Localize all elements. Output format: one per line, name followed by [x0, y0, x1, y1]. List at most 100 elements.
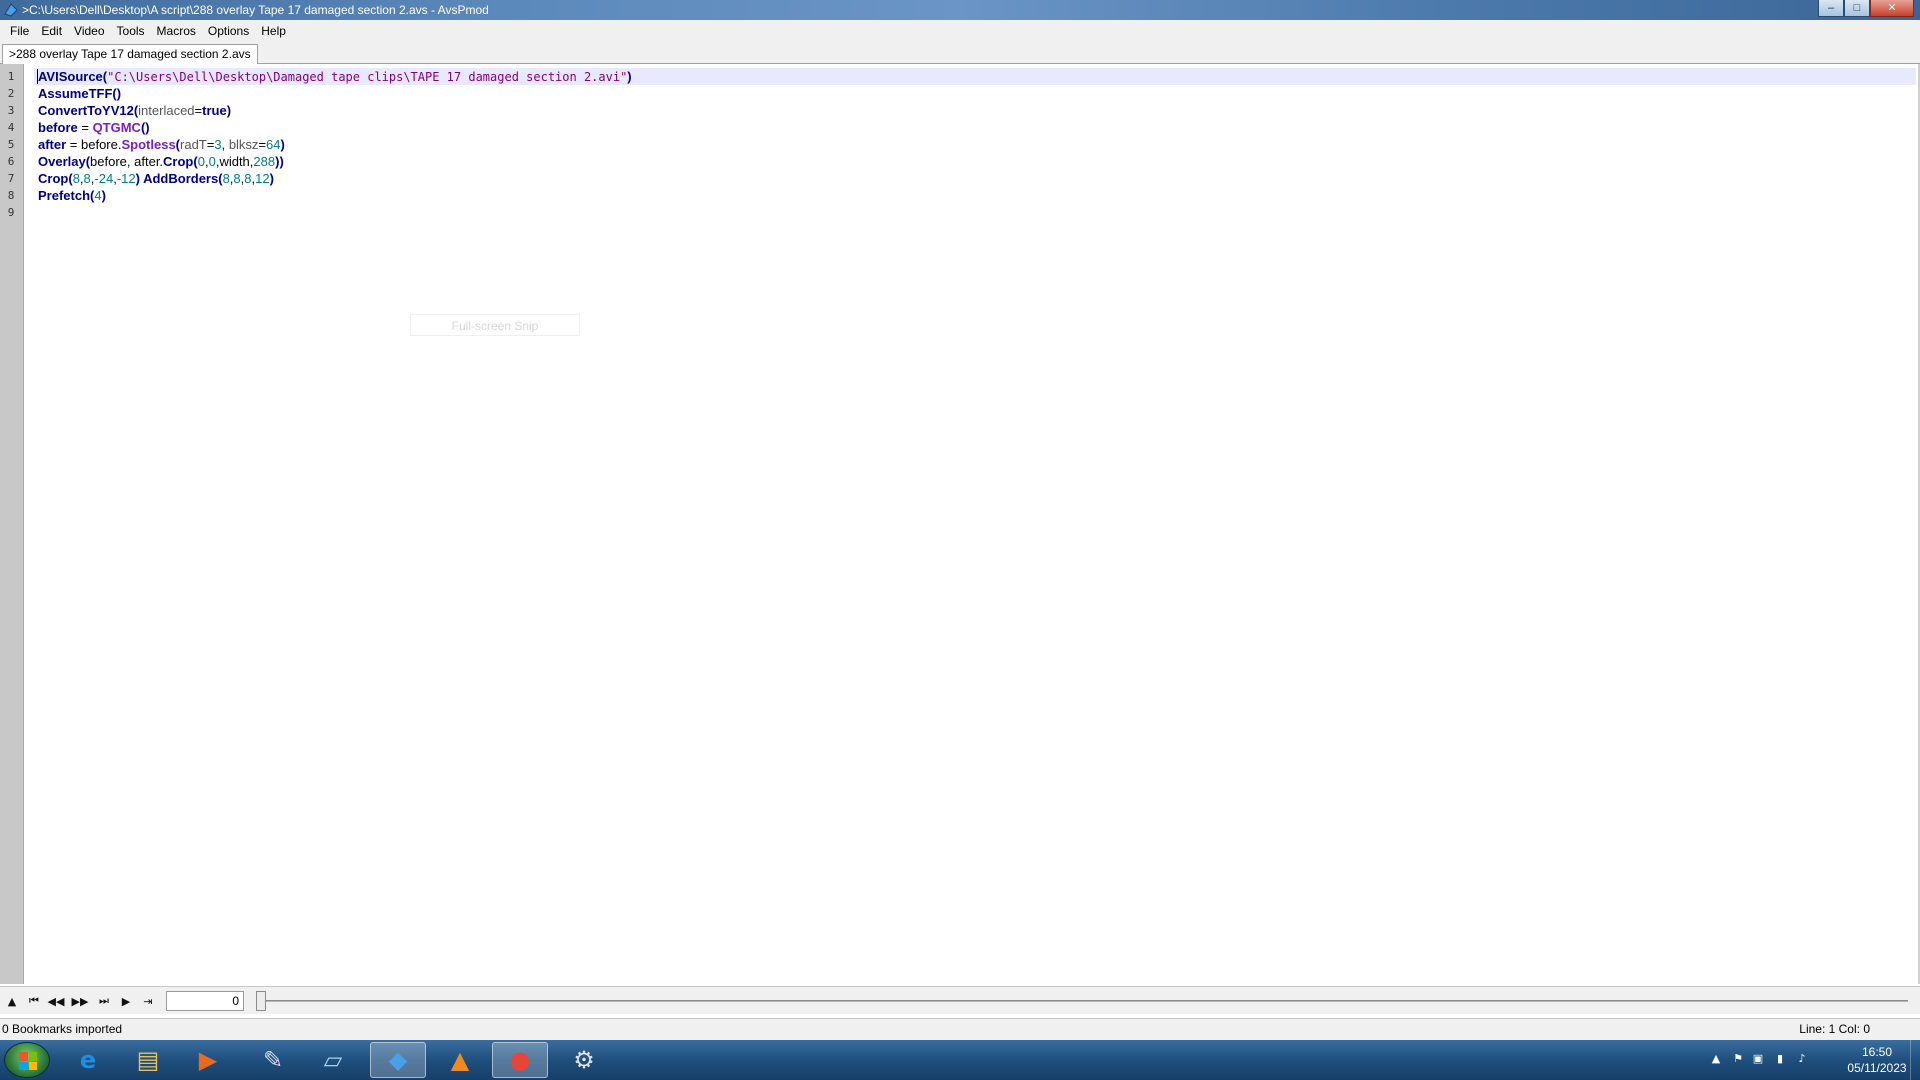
- toggle-preview-button[interactable]: ▲: [4, 993, 20, 1009]
- status-bar: 0 Bookmarks imported Line: 1 Col: 0: [0, 1018, 1920, 1040]
- code-token: = before.: [66, 137, 122, 152]
- video-controls-bar: ▲ ⏮ ◀◀ ▶▶ ⏭ ▶ ⇥ 0: [0, 986, 1920, 1014]
- code-token: 8: [222, 171, 230, 186]
- code-token: ): [101, 188, 106, 203]
- code-token: )): [275, 154, 284, 169]
- internet-explorer-icon: e: [79, 1046, 97, 1074]
- code-token: -12: [116, 171, 136, 186]
- taskbar-app-button[interactable]: ●: [492, 1042, 548, 1078]
- menu-options[interactable]: Options: [202, 20, 255, 42]
- code-line[interactable]: ConvertToYV12(interlaced=true): [38, 102, 231, 119]
- taskbar-app-button[interactable]: ▲: [432, 1042, 488, 1078]
- code-token: 12: [255, 171, 270, 186]
- taskbar-app-button[interactable]: ⚙: [556, 1042, 612, 1078]
- taskbar-app-button[interactable]: ◆: [370, 1042, 426, 1078]
- title-bar: >C:\Users\Dell\Desktop\A script\288 over…: [0, 0, 1920, 20]
- action-center-flag-icon[interactable]: ⚑: [1730, 1052, 1746, 1068]
- code-line[interactable]: AVISource("C:\Users\Dell\Desktop\Damaged…: [38, 68, 632, 85]
- safely-remove-icon[interactable]: ▣: [1750, 1052, 1766, 1068]
- code-token: true: [202, 103, 227, 118]
- avspmod-icon: ◆: [388, 1046, 408, 1074]
- code-token: AVISource: [38, 69, 103, 84]
- line-number: 1: [7, 70, 15, 83]
- code-line[interactable]: Prefetch(4): [38, 187, 106, 204]
- code-token: 288: [253, 154, 276, 169]
- taskbar: e ▤ ▶ ✎ ▱ ◆ ▲ ● ⚙ ▲ ⚑ ▣ ▮ ♪ 16:50 05/11/2023: [0, 1040, 1920, 1080]
- volume-icon[interactable]: ♪: [1794, 1052, 1810, 1068]
- code-token: (): [140, 120, 150, 135]
- code-token: 0: [208, 154, 216, 169]
- network-icon[interactable]: ▮: [1772, 1052, 1788, 1068]
- taskbar-app-button[interactable]: ▤: [120, 1042, 176, 1078]
- menu-file[interactable]: File: [4, 20, 35, 42]
- tab-strip: >288 overlay Tape 17 damaged section 2.a…: [0, 42, 1920, 65]
- script-editor[interactable]: 1 2 3 4 5 6 7 8 9 AVISource("C:\Users\De…: [0, 64, 1920, 984]
- code-line[interactable]: Crop(8,8,-24,-12) AddBorders(8,8,8,12): [38, 170, 274, 187]
- code-token: ,: [221, 137, 229, 152]
- settings-icon: ⚙: [573, 1046, 595, 1074]
- code-token: ConvertToYV12(: [38, 103, 139, 118]
- line-number: 2: [7, 87, 15, 100]
- code-token: AddBorders: [143, 171, 219, 186]
- menu-macros[interactable]: Macros: [151, 20, 202, 42]
- frame-slider-thumb[interactable]: [256, 991, 266, 1011]
- window-title: >C:\Users\Dell\Desktop\A script\288 over…: [22, 3, 489, 17]
- clock-date: 05/11/2023: [1847, 1061, 1907, 1075]
- play-button[interactable]: ▶: [118, 993, 134, 1009]
- code-token: interlaced: [138, 103, 195, 118]
- frame-slider-track[interactable]: [258, 1000, 1908, 1002]
- code-token: =: [77, 120, 93, 135]
- code-line[interactable]: before = QTGMC(): [38, 119, 150, 136]
- status-message: 0 Bookmarks imported: [2, 1022, 123, 1036]
- code-token: ,width,: [215, 154, 254, 169]
- code-line[interactable]: AssumeTFF(): [38, 85, 121, 102]
- start-button[interactable]: [4, 1042, 50, 1078]
- code-line[interactable]: Overlay(before, after.Crop(0,0,width,288…: [38, 153, 284, 170]
- cursor-position: Line: 1 Col: 0: [1799, 1022, 1870, 1036]
- line-number: 8: [7, 189, 15, 202]
- code-token: ): [226, 103, 232, 118]
- show-desktop-button[interactable]: [1910, 1040, 1920, 1080]
- line-number-gutter: 1 2 3 4 5 6 7 8 9: [0, 64, 24, 984]
- minimize-button[interactable]: –: [1818, 0, 1844, 17]
- code-line[interactable]: after = before.Spotless(radT=3, blksz=64…: [38, 136, 285, 153]
- code-token: after: [38, 137, 67, 152]
- frame-number-input[interactable]: 0: [166, 991, 244, 1011]
- code-token: =: [194, 103, 203, 118]
- code-token: Prefetch: [38, 188, 91, 203]
- line-number: 6: [7, 155, 15, 168]
- code-token: 8: [83, 171, 91, 186]
- maximize-button[interactable]: □: [1844, 0, 1870, 17]
- menu-help[interactable]: Help: [255, 20, 292, 42]
- next-frame-button[interactable]: ▶▶: [72, 993, 89, 1009]
- line-number: 7: [7, 172, 15, 185]
- line-number: 9: [7, 206, 15, 219]
- code-token: ): [135, 171, 144, 186]
- code-token: 0: [197, 154, 205, 169]
- avspmod-app-icon[interactable]: [3, 2, 19, 18]
- chrome-icon: ●: [509, 1046, 531, 1074]
- line-number: 4: [7, 121, 15, 134]
- taskbar-app-button[interactable]: ✎: [245, 1042, 301, 1078]
- taskbar-app-button[interactable]: e: [60, 1042, 116, 1078]
- taskbar-app-button[interactable]: ▱: [305, 1042, 361, 1078]
- line-number: 5: [7, 138, 15, 151]
- prev-frame-button[interactable]: ◀◀: [48, 993, 65, 1009]
- clock-time: 16:50: [1861, 1045, 1893, 1059]
- last-frame-button[interactable]: ⏭: [96, 993, 112, 1009]
- menu-video[interactable]: Video: [68, 20, 110, 42]
- code-area[interactable]: AVISource("C:\Users\Dell\Desktop\Damaged…: [34, 64, 1918, 984]
- menu-tools[interactable]: Tools: [111, 20, 151, 42]
- close-button[interactable]: ✕: [1870, 0, 1914, 17]
- taskbar-app-button[interactable]: ▶: [180, 1042, 236, 1078]
- tab-script[interactable]: >288 overlay Tape 17 damaged section 2.a…: [2, 44, 258, 65]
- tray-expand-icon[interactable]: ▲: [1708, 1052, 1724, 1068]
- goto-frame-button[interactable]: ⇥: [140, 993, 156, 1009]
- code-token: -24: [94, 171, 114, 186]
- code-token: 64: [266, 137, 281, 152]
- taskbar-clock[interactable]: 16:50 05/11/2023: [1842, 1044, 1912, 1076]
- first-frame-button[interactable]: ⏮: [26, 993, 42, 1009]
- code-token: ): [627, 69, 632, 84]
- menu-edit[interactable]: Edit: [35, 20, 68, 42]
- code-token: 4: [94, 188, 102, 203]
